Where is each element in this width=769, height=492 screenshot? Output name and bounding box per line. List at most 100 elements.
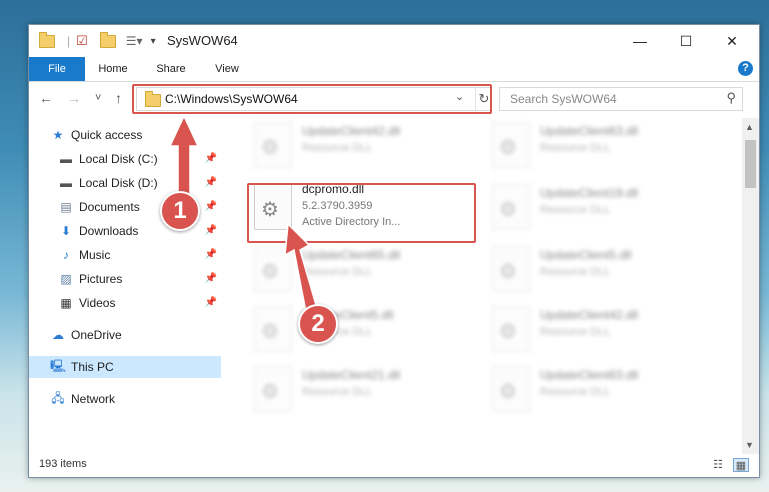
search-input[interactable]: [508, 88, 712, 110]
forward-button[interactable]: →: [67, 90, 81, 106]
file-item[interactable]: ⚙ UpdateClient21.dll Resource DLL: [244, 362, 474, 418]
computer-icon: 🖳: [50, 358, 67, 373]
title-bar: | ☑ ☰▾ ▾ SysWOW64 — ☐ ✕: [29, 25, 759, 57]
sidebar-item-onedrive[interactable]: ☁ OneDrive: [51, 324, 221, 346]
sidebar-item-music[interactable]: ♪ Music 📌: [59, 244, 221, 266]
network-icon: 🖧: [51, 390, 65, 405]
sidebar-item-pictures[interactable]: ▨ Pictures 📌: [59, 268, 221, 290]
drive-icon: ▬: [60, 176, 72, 190]
new-folder-icon[interactable]: [99, 31, 116, 48]
pin-icon: 📌: [204, 249, 217, 260]
gear-icon: ⚙: [499, 199, 517, 221]
file-name: UpdateClient63.dll: [540, 368, 639, 382]
maximize-button[interactable]: ☐: [663, 25, 709, 57]
file-name: UpdateClient63.dll: [540, 124, 639, 138]
details-view-icon[interactable]: ☷: [711, 458, 725, 471]
sidebar-item-quick-access[interactable]: ★ Quick access: [51, 124, 221, 146]
file-type: Resource DLL: [540, 266, 611, 278]
tab-share[interactable]: Share: [149, 57, 193, 81]
dll-file-icon: ⚙: [254, 246, 292, 292]
pin-icon: 📌: [204, 177, 217, 188]
sidebar-item-label: OneDrive: [71, 328, 122, 342]
scroll-down-icon[interactable]: ▼: [745, 440, 754, 450]
file-item[interactable]: ⚙ UpdateClient5.dll Resource DLL: [482, 242, 712, 298]
search-icon[interactable]: ⚲: [726, 90, 736, 106]
scroll-up-icon[interactable]: ▲: [745, 122, 754, 132]
file-item[interactable]: ⚙ UpdateClient63.dll Resource DLL: [482, 118, 712, 174]
window-title: SysWOW64: [167, 33, 238, 48]
sidebar-item-downloads[interactable]: ⬇ Downloads 📌: [59, 220, 221, 242]
customize-toolbar-icon[interactable]: ☰▾: [126, 34, 143, 48]
dll-file-icon: ⚙: [492, 122, 530, 168]
sidebar-item-label: Quick access: [71, 128, 143, 142]
dll-file-icon: ⚙: [254, 306, 292, 352]
gear-icon: ⚙: [499, 261, 517, 283]
tab-file[interactable]: File: [29, 57, 85, 81]
back-button[interactable]: ←: [39, 90, 53, 106]
tab-view[interactable]: View: [205, 57, 249, 81]
file-type: Resource DLL: [302, 386, 373, 398]
address-highlight-box: [132, 84, 492, 114]
documents-icon: ▤: [60, 200, 72, 214]
file-explorer-window: | ☑ ☰▾ ▾ SysWOW64 — ☐ ✕ File Home Share …: [28, 24, 760, 478]
gear-icon: ⚙: [261, 261, 279, 283]
file-item[interactable]: ⚙ UpdateClient42.dll Resource DLL: [482, 302, 712, 358]
properties-icon[interactable]: ☑: [76, 33, 88, 49]
large-icons-view-icon[interactable]: ▦: [733, 458, 749, 472]
gear-icon: ⚙: [499, 137, 517, 159]
up-button[interactable]: ↑: [115, 90, 122, 106]
file-type: Resource DLL: [302, 142, 373, 154]
sidebar-item-label: Pictures: [79, 272, 123, 286]
file-type: Resource DLL: [540, 386, 611, 398]
minimize-button[interactable]: —: [617, 25, 663, 57]
gear-icon: ⚙: [499, 321, 517, 343]
pin-icon: 📌: [204, 153, 217, 164]
callout-badge-2: 2: [298, 304, 338, 344]
file-list: ⚙ UpdateClient42.dll Resource DLL ⚙ dcpr…: [234, 118, 737, 454]
sidebar-item-label: Downloads: [79, 224, 139, 238]
dll-file-icon: ⚙: [254, 366, 292, 412]
file-item[interactable]: ⚙ UpdateClient42.dll Resource DLL: [244, 118, 474, 174]
sidebar-item-this-pc[interactable]: 🖳 This PC: [29, 356, 221, 378]
sidebar-item-label: Videos: [79, 296, 116, 310]
file-name: UpdateClient21.dll: [302, 368, 401, 382]
file-type: Resource DLL: [540, 204, 611, 216]
music-icon: ♪: [63, 248, 69, 262]
help-icon[interactable]: ?: [738, 61, 753, 76]
status-bar: 193 items ☷ ▦: [29, 454, 759, 476]
sidebar-item-videos[interactable]: ▦ Videos 📌: [59, 292, 221, 314]
folder-icon: [39, 31, 55, 48]
file-item[interactable]: ⚙ UpdateClient5.dll Resource DLL: [244, 302, 474, 358]
drive-icon: ▬: [60, 152, 72, 166]
toolbar-dropdown-icon[interactable]: ▾: [151, 36, 156, 47]
recent-locations-button[interactable]: ˅: [95, 92, 101, 104]
videos-icon: ▦: [60, 296, 72, 310]
download-icon: ⬇: [60, 224, 72, 238]
file-name: UpdateClient19.dll: [540, 186, 639, 200]
sidebar-item-local-disk-d[interactable]: ▬ Local Disk (D:) 📌: [59, 172, 221, 194]
sidebar-item-label: Network: [71, 392, 116, 406]
gear-icon: ⚙: [261, 381, 279, 403]
scrollbar-thumb[interactable]: [745, 140, 756, 188]
close-button[interactable]: ✕: [709, 25, 755, 57]
pin-icon: 📌: [204, 273, 217, 284]
callout-badge-1: 1: [160, 191, 200, 231]
sidebar-item-local-disk-c[interactable]: ▬ Local Disk (C:) 📌: [59, 148, 221, 170]
dll-file-icon: ⚙: [492, 366, 530, 412]
file-item[interactable]: ⚙ UpdateClient63.dll Resource DLL: [482, 362, 712, 418]
search-box[interactable]: ⚲: [499, 87, 743, 111]
file-item[interactable]: ⚙ UpdateClient65.dll Resource DLL: [244, 242, 474, 298]
sidebar-item-label: Documents: [79, 200, 140, 214]
sidebar-item-label: Local Disk (D:): [79, 176, 158, 190]
cloud-icon: ☁: [52, 328, 64, 342]
navigation-bar: ← → ˅ ↑ C:\Windows\SysWOW64 ⌄ ↻ ⚲: [29, 82, 759, 116]
pin-icon: 📌: [204, 297, 217, 308]
pin-icon: 📌: [204, 201, 217, 212]
file-type: Resource DLL: [540, 326, 611, 338]
vertical-scrollbar[interactable]: ▲ ▼: [742, 118, 759, 454]
tab-home[interactable]: Home: [91, 57, 135, 81]
pictures-icon: ▨: [60, 272, 72, 286]
sidebar-item-network[interactable]: 🖧 Network: [51, 388, 221, 410]
file-item[interactable]: ⚙ UpdateClient19.dll Resource DLL: [482, 180, 712, 236]
sidebar-item-label: Music: [79, 248, 111, 262]
